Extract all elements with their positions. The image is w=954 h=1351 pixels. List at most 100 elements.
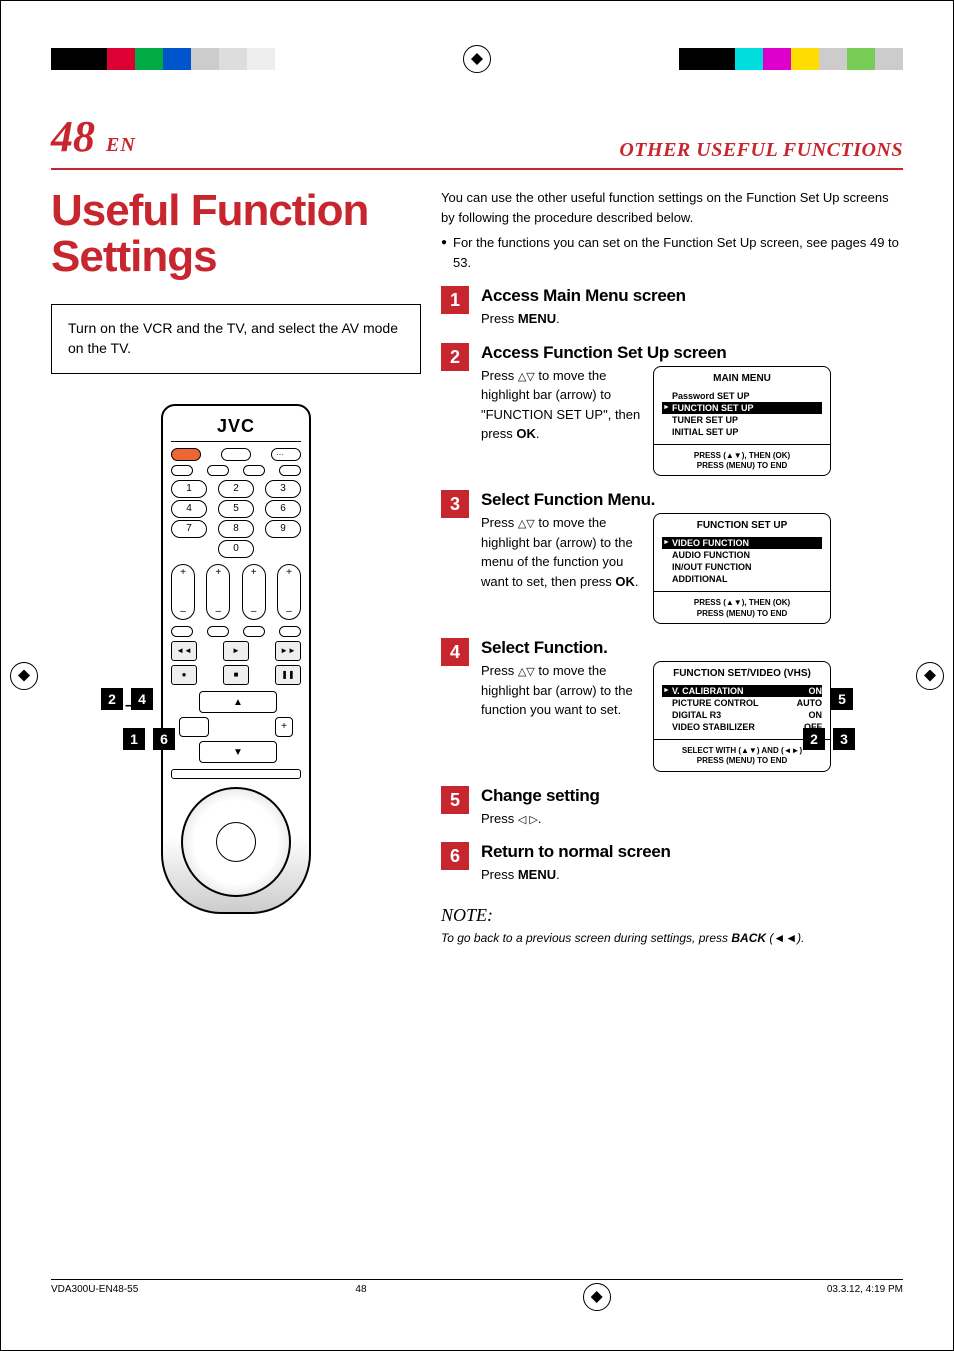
page-footer: VDA300U-EN48-55 48 03.3.12, 4:19 PM (51, 1279, 903, 1310)
rocker-button (242, 564, 266, 620)
page-number: 48 EN (51, 111, 136, 162)
osd-title: FUNCTION SET UP (662, 520, 822, 531)
osd-title: MAIN MENU (662, 373, 822, 384)
osd-main-menu: MAIN MENU Password SET UP FUNCTION SET U… (653, 366, 831, 477)
button-icon (171, 465, 193, 476)
step-text: Press △▽ to move the highlight bar (arro… (481, 661, 641, 720)
registration-mark-icon (584, 1284, 610, 1310)
osd-item: ADDITIONAL (662, 573, 822, 585)
step-number: 5 (441, 786, 469, 814)
right-column: You can use the other useful function se… (441, 188, 903, 947)
osd-item: INITIAL SET UP (662, 426, 822, 438)
osd-function-setup: FUNCTION SET UP VIDEO FUNCTION AUDIO FUN… (653, 513, 831, 624)
footer-timestamp: 03.3.12, 4:19 PM (827, 1284, 903, 1310)
fforward-icon: ►► (275, 641, 301, 661)
osd-row: DIGITAL R3ON (662, 709, 822, 721)
button-icon (279, 465, 301, 476)
remote-diagram: JVC ··· 123 456 789 0 ◄◄►►► ●■❚❚ + (96, 404, 376, 914)
callout-6: 6 (153, 728, 175, 750)
color-swatches-left (51, 48, 275, 70)
stop-icon: ■ (223, 665, 249, 685)
registration-mark-icon (917, 663, 943, 689)
menu-bar-icon (171, 769, 301, 779)
callout-2: 2 (101, 688, 123, 710)
remote-body: JVC ··· 123 456 789 0 ◄◄►►► ●■❚❚ + (161, 404, 311, 914)
step-title: Select Function Menu. (481, 490, 903, 510)
osd-item: AUDIO FUNCTION (662, 549, 822, 561)
button-icon (207, 626, 229, 637)
osd-item: Password SET UP (662, 390, 822, 402)
rewind-icon: ◄◄ (171, 641, 197, 661)
button-icon (221, 448, 251, 461)
remote-brand: JVC (171, 416, 301, 442)
registration-mark-icon (11, 663, 37, 689)
play-icon: ► (223, 641, 249, 661)
intro-box: Turn on the VCR and the TV, and select t… (51, 304, 421, 373)
button-icon (243, 626, 265, 637)
rec-icon: ● (171, 665, 197, 685)
step-text: Press MENU. (481, 309, 903, 329)
keypad-8: 8 (218, 520, 254, 538)
dpad-right-icon: + (275, 717, 293, 737)
step-text: Press △▽ to move the highlight bar (arro… (481, 366, 641, 444)
page-number-value: 48 (51, 112, 95, 161)
callout-3: 3 (833, 728, 855, 750)
title-line-2: Settings (51, 232, 217, 281)
step-number: 4 (441, 638, 469, 666)
step-2: 2 Access Function Set Up screen Press △▽… (441, 343, 903, 477)
keypad-5: 5 (218, 500, 254, 518)
keypad-0: 0 (218, 540, 254, 558)
registration-mark-icon (464, 46, 490, 72)
osd-item: TUNER SET UP (662, 414, 822, 426)
step-text: Press △▽ to move the highlight bar (arro… (481, 513, 641, 591)
note-text: To go back to a previous screen during s… (441, 930, 903, 947)
button-icon (243, 465, 265, 476)
step-title: Select Function. (481, 638, 903, 658)
button-icon (207, 465, 229, 476)
section-title: OTHER USEFUL FUNCTIONS (619, 139, 903, 162)
osd-hint: PRESS (▲▼), THEN (OK)PRESS (MENU) TO END (662, 596, 822, 619)
keypad-1: 1 (171, 480, 207, 498)
jog-dial-icon (181, 787, 291, 897)
step-5: 5 Change setting Press ◁ ▷. (441, 786, 903, 829)
keypad-4: 4 (171, 500, 207, 518)
note-heading: NOTE: (441, 905, 903, 926)
osd-hint: SELECT WITH (▲▼) AND (◄►)PRESS (MENU) TO… (662, 744, 822, 767)
left-column: Useful Function Settings Turn on the VCR… (51, 188, 421, 947)
callout-1: 1 (123, 728, 145, 750)
osd-item-selected: FUNCTION SET UP (662, 402, 822, 414)
step-1: 1 Access Main Menu screen Press MENU. (441, 286, 903, 329)
dpad-down-icon (199, 741, 277, 763)
dpad-up-icon (199, 691, 277, 713)
manual-page: 48 EN OTHER USEFUL FUNCTIONS Useful Func… (0, 0, 954, 1351)
color-swatches-right (679, 48, 903, 70)
power-icon (171, 448, 201, 461)
step-text: Press MENU. (481, 865, 903, 885)
ok-button-icon (179, 717, 209, 737)
lead-text: You can use the other useful function se… (441, 188, 903, 227)
osd-item-selected: VIDEO FUNCTION (662, 537, 822, 549)
step-6: 6 Return to normal screen Press MENU. (441, 842, 903, 885)
step-title: Return to normal screen (481, 842, 903, 862)
print-registration-bar (51, 46, 903, 72)
callout-4: 4 (131, 688, 153, 710)
keypad-6: 6 (265, 500, 301, 518)
step-3: 3 Select Function Menu. Press △▽ to move… (441, 490, 903, 624)
dots-icon: ··· (271, 448, 301, 461)
osd-title: FUNCTION SET/VIDEO (VHS) (662, 668, 822, 679)
page-header: 48 EN OTHER USEFUL FUNCTIONS (51, 111, 903, 170)
keypad-7: 7 (171, 520, 207, 538)
title-line-1: Useful Function (51, 186, 368, 235)
callout-5: 5 (831, 688, 853, 710)
step-number: 6 (441, 842, 469, 870)
osd-row: PICTURE CONTROLAUTO (662, 697, 822, 709)
page-lang: EN (106, 134, 136, 156)
step-number: 2 (441, 343, 469, 371)
callout-2: 2 (803, 728, 825, 750)
osd-row-selected: V. CALIBRATIONON (662, 685, 822, 697)
page-title: Useful Function Settings (51, 188, 421, 280)
osd-item: IN/OUT FUNCTION (662, 561, 822, 573)
dpad: + (171, 691, 301, 763)
step-title: Access Main Menu screen (481, 286, 903, 306)
step-number: 1 (441, 286, 469, 314)
